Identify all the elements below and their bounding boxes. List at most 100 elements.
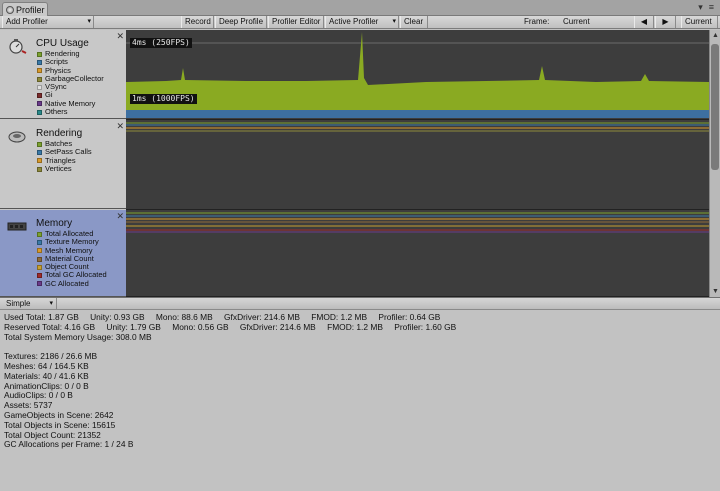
legend-swatch xyxy=(37,141,42,147)
frame-label: Frame: xyxy=(524,17,550,26)
profiler-editor-button[interactable]: Profiler Editor xyxy=(268,16,324,28)
details-toolbar: Simple xyxy=(0,297,720,310)
legend-swatch xyxy=(37,273,42,279)
memory-legend: Total Allocated Texture Memory Mesh Memo… xyxy=(37,229,107,288)
profiler-tab-icon xyxy=(6,5,14,14)
legend-item[interactable]: Vertices xyxy=(37,163,92,173)
close-icon[interactable]: ✕ xyxy=(116,31,124,42)
legend-label: GC Allocated xyxy=(45,278,89,288)
window-tab-bar: Profiler ▾ ≡ xyxy=(0,0,720,16)
window-options-icon[interactable]: ≡ xyxy=(709,2,714,13)
legend-swatch xyxy=(37,166,42,172)
asset-stat-row: Meshes: 64 / 164.5 KB xyxy=(4,360,89,371)
legend-swatch xyxy=(37,231,42,237)
record-label: Record xyxy=(185,17,211,26)
memory-graph-canvas xyxy=(126,212,709,233)
asset-stat-row: Textures: 2186 / 26.6 MB xyxy=(4,351,98,362)
cpu-legend: Rendering Scripts Physics GarbageCollect… xyxy=(37,49,104,117)
legend-item[interactable]: GC Allocated xyxy=(37,278,107,288)
memory-graph[interactable] xyxy=(126,210,709,297)
legend-swatch xyxy=(37,76,42,82)
reserved-gfxdriver: GfxDriver: 214.6 MB xyxy=(239,321,316,332)
graph-scrollbar[interactable]: ▲ ▼ xyxy=(709,30,720,297)
memory-details-panel: Used Total: 1.87 GB Unity: 0.93 GB Mono:… xyxy=(4,312,716,450)
reserved-mono: Mono: 0.56 GB xyxy=(172,321,229,332)
legend-swatch xyxy=(37,109,42,115)
cpu-stopwatch-icon xyxy=(9,39,27,54)
legend-label: Others xyxy=(45,107,68,117)
legend-swatch xyxy=(37,59,42,65)
legend-swatch xyxy=(37,84,42,90)
next-frame-icon: ▶ xyxy=(662,17,669,26)
rendering-area xyxy=(126,32,709,110)
current-frame-button[interactable]: Current xyxy=(681,16,718,28)
rendering-legend: Batches SetPass Calls Triangles Vertices xyxy=(37,139,92,173)
window-menu-icon[interactable]: ▾ xyxy=(698,2,703,13)
legend-swatch xyxy=(37,248,42,254)
cpu-usage-title: CPU Usage xyxy=(36,38,89,49)
profiler-modules-list: CPU Usage ✕ Rendering Scripts Physics Ga… xyxy=(0,30,126,297)
fps-250-label: 4ms (250FPS) xyxy=(130,38,192,48)
reserved-profiler: Profiler: 1.60 GB xyxy=(394,321,457,332)
prev-frame-button[interactable]: ◀ xyxy=(634,16,654,28)
legend-swatch xyxy=(37,51,42,57)
frame-value: Current xyxy=(563,17,590,26)
scroll-thumb[interactable] xyxy=(711,44,719,170)
scripts-area xyxy=(126,110,709,118)
legend-swatch xyxy=(37,264,42,270)
fps-1000-label: 1ms (1000FPS) xyxy=(130,94,197,104)
legend-swatch xyxy=(37,68,42,74)
used-unity: Unity: 0.93 GB xyxy=(90,312,145,322)
legend-swatch xyxy=(37,158,42,164)
rendering-teapot-icon xyxy=(8,131,26,143)
active-profiler-label: Active Profiler xyxy=(329,17,379,26)
reserved-fmod: FMOD: 1.2 MB xyxy=(327,321,383,332)
deep-profile-button[interactable]: Deep Profile xyxy=(215,16,267,28)
asset-stat-row: AudioClips: 0 / 0 B xyxy=(4,390,73,401)
active-profiler-dropdown[interactable]: Active Profiler xyxy=(325,16,399,28)
legend-item[interactable]: Others xyxy=(37,107,104,117)
rendering-module[interactable]: Rendering ✕ Batches SetPass Calls Triang… xyxy=(0,120,126,209)
profiler-tab[interactable]: Profiler xyxy=(2,2,48,16)
scroll-up-icon[interactable]: ▲ xyxy=(712,32,719,39)
clear-label: Clear xyxy=(404,17,424,26)
legend-swatch xyxy=(37,256,42,262)
reserved-total: Reserved Total: 4.16 GB xyxy=(4,321,96,332)
clear-button[interactable]: Clear xyxy=(400,16,428,28)
legend-swatch xyxy=(37,239,42,245)
next-frame-button[interactable]: ▶ xyxy=(655,16,676,28)
rendering-graph[interactable] xyxy=(126,120,709,210)
legend-swatch xyxy=(37,101,42,107)
scroll-down-icon[interactable]: ▼ xyxy=(712,288,719,295)
rendering-title: Rendering xyxy=(36,128,83,139)
rendering-graph-canvas xyxy=(126,122,709,132)
prev-frame-icon: ◀ xyxy=(640,17,648,26)
add-profiler-dropdown[interactable]: Add Profiler xyxy=(2,16,94,28)
cpu-usage-module[interactable]: CPU Usage ✕ Rendering Scripts Physics Ga… xyxy=(0,30,126,119)
close-icon[interactable]: ✕ xyxy=(116,121,124,132)
system-usage: Total System Memory Usage: 308.0 MB xyxy=(4,331,152,342)
legend-swatch xyxy=(37,93,42,99)
asset-stat-row: GC Allocations per Frame: 1 / 24 B xyxy=(4,439,134,450)
reserved-unity: Unity: 1.79 GB xyxy=(106,321,161,332)
add-profiler-label: Add Profiler xyxy=(6,17,48,26)
view-mode-label: Simple xyxy=(6,299,31,308)
view-mode-dropdown[interactable]: Simple xyxy=(2,298,57,309)
memory-module[interactable]: Memory ✕ Total Allocated Texture Memory … xyxy=(0,210,126,297)
used-fmod: FMOD: 1.2 MB xyxy=(311,312,368,322)
record-button[interactable]: Record xyxy=(181,16,214,28)
current-frame-label: Current xyxy=(685,17,712,26)
asset-stat-row: Total Objects in Scene: 15615 xyxy=(4,419,116,430)
used-gfxdriver: GfxDriver: 214.6 MB xyxy=(224,312,300,322)
legend-swatch xyxy=(37,281,42,287)
profiler-tab-label: Profiler xyxy=(16,4,45,15)
close-icon[interactable]: ✕ xyxy=(116,211,124,222)
asset-stat-row: Materials: 40 / 41.6 KB xyxy=(4,370,89,381)
legend-label: Vertices xyxy=(45,163,72,173)
deep-profile-label: Deep Profile xyxy=(219,17,264,26)
cpu-usage-graph[interactable]: 4ms (250FPS) 1ms (1000FPS) xyxy=(126,30,709,120)
used-profiler: Profiler: 0.64 GB xyxy=(378,312,441,322)
asset-stat-row: AnimationClips: 0 / 0 B xyxy=(4,380,89,391)
memory-title: Memory xyxy=(36,218,73,229)
